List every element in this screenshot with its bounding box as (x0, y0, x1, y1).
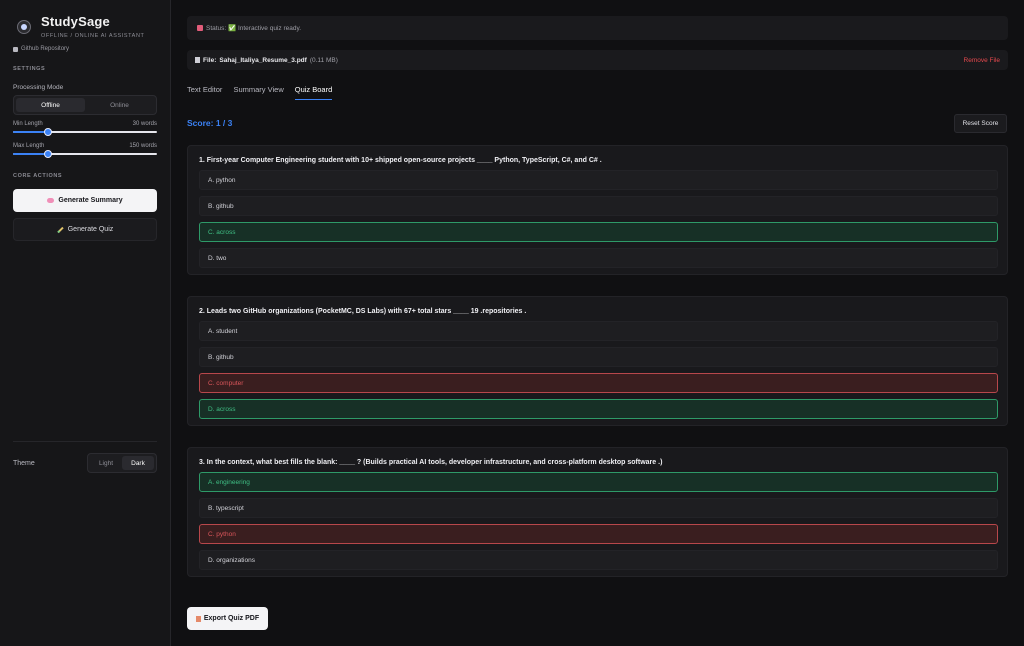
generate-summary-button[interactable]: Generate Summary (13, 189, 157, 212)
sidebar: StudySage OFFLINE / ONLINE AI ASSISTANT … (0, 0, 171, 646)
status-bar: Status: ✅ Interactive quiz ready. (187, 16, 1008, 40)
answer-option[interactable]: A. python (199, 170, 998, 190)
reset-score-button[interactable]: Reset Score (954, 114, 1007, 133)
generate-summary-label: Generate Summary (58, 197, 123, 204)
pencil-icon (57, 226, 64, 233)
answer-option[interactable]: B. github (199, 196, 998, 216)
file-name: Sahaj_Italiya_Resume_3.pdf (219, 56, 307, 64)
answer-option[interactable]: A. engineering (199, 472, 998, 492)
question-text: 1. First-year Computer Engineering stude… (199, 157, 602, 164)
remove-file-button[interactable]: Remove File (964, 57, 1000, 64)
brand-subtitle: OFFLINE / ONLINE AI ASSISTANT (41, 33, 145, 39)
answer-option[interactable]: B. typescript (199, 498, 998, 518)
max-length-label: Max Length (13, 143, 45, 149)
tab-quiz-board[interactable]: Quiz Board (294, 85, 333, 100)
file-label: File: (203, 56, 217, 64)
question-text: 3. In the context, what best fills the b… (199, 459, 663, 466)
mode-offline-button[interactable]: Offline (16, 98, 85, 112)
answer-option[interactable]: D. two (199, 248, 998, 268)
mode-online-button[interactable]: Online (85, 98, 154, 112)
question-card-1: 1. First-year Computer Engineering stude… (187, 145, 1008, 275)
brand: StudySage OFFLINE / ONLINE AI ASSISTANT (13, 0, 157, 39)
generate-quiz-label: Generate Quiz (67, 226, 114, 233)
answer-option[interactable]: C. python (199, 524, 998, 544)
theme-light-button[interactable]: Light (90, 456, 122, 470)
tab-summary-view[interactable]: Summary View (233, 85, 283, 100)
processing-mode-label: Processing Mode (13, 84, 64, 91)
max-length-fill (13, 153, 48, 155)
graduation-cap-icon (17, 20, 31, 34)
min-length-label: Min Length (13, 121, 43, 127)
question-card-2: 2. Leads two GitHub organizations (Pocke… (187, 296, 1008, 426)
main-panel: Status: ✅ Interactive quiz ready. File: … (171, 0, 1024, 646)
min-length-value: 30 words (132, 121, 157, 127)
github-repo-link[interactable]: Github Repository (13, 46, 157, 52)
question-text: 2. Leads two GitHub organizations (Pocke… (199, 308, 527, 315)
max-length-slider: Max Length 150 words (13, 143, 157, 158)
answer-option[interactable]: A. student (199, 321, 998, 341)
question-card-3: 3. In the context, what best fills the b… (187, 447, 1008, 577)
generate-quiz-button[interactable]: Generate Quiz (13, 218, 157, 241)
answer-option[interactable]: C. computer (199, 373, 998, 393)
core-actions-heading: CORE ACTIONS (13, 173, 63, 179)
brand-title: StudySage (41, 14, 110, 29)
min-length-thumb[interactable] (43, 128, 52, 136)
max-length-track[interactable] (13, 150, 157, 158)
score-label: Score: 1 / 3 (187, 118, 233, 128)
max-length-thumb[interactable] (43, 150, 52, 158)
theme-row: Theme Light Dark (13, 441, 157, 473)
app-root: StudySage OFFLINE / ONLINE AI ASSISTANT … (0, 0, 1024, 646)
file-size: (0.11 MB) (309, 56, 338, 64)
answer-option[interactable]: B. github (199, 347, 998, 367)
file-icon (195, 57, 200, 63)
export-quiz-pdf-label: Export Quiz PDF (203, 615, 260, 622)
theme-dark-button[interactable]: Dark (122, 456, 154, 470)
max-length-value: 150 words (129, 143, 157, 149)
export-quiz-pdf-button[interactable]: Export Quiz PDF (187, 607, 268, 630)
brain-icon (47, 198, 55, 203)
tab-bar: Text Editor Summary View Quiz Board (187, 85, 333, 100)
theme-toggle: Light Dark (87, 453, 157, 473)
answer-option[interactable]: D. organizations (199, 550, 998, 570)
min-length-slider: Min Length 30 words (13, 121, 157, 136)
status-text: Status: ✅ Interactive quiz ready. (206, 25, 302, 32)
tab-text-editor[interactable]: Text Editor (187, 85, 222, 100)
status-icon (197, 25, 203, 31)
min-length-track[interactable] (13, 128, 157, 136)
export-icon (195, 615, 201, 622)
file-info: File: Sahaj_Italiya_Resume_3.pdf (0.11 M… (195, 57, 338, 64)
repo-icon (13, 46, 18, 52)
settings-heading: SETTINGS (13, 66, 46, 72)
answer-option[interactable]: D. across (199, 399, 998, 419)
processing-mode-toggle: Offline Online (13, 95, 157, 115)
answer-option[interactable]: C. across (199, 222, 998, 242)
min-length-fill (13, 131, 48, 133)
github-repo-label: Github Repository (21, 46, 70, 52)
file-bar: File: Sahaj_Italiya_Resume_3.pdf (0.11 M… (187, 50, 1008, 70)
theme-label: Theme (13, 459, 35, 467)
